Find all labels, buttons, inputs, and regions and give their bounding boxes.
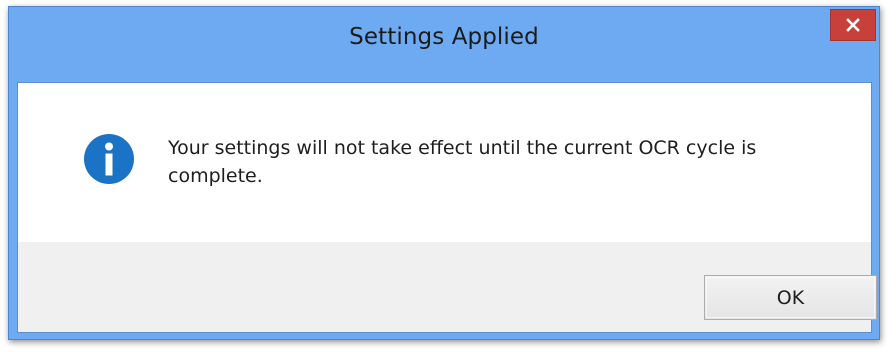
- title-bar[interactable]: Settings Applied: [9, 7, 879, 82]
- message-area: Your settings will not take effect until…: [18, 83, 871, 242]
- dialog-title: Settings Applied: [349, 24, 539, 50]
- ok-button[interactable]: OK: [704, 275, 877, 320]
- message-text: Your settings will not take effect until…: [168, 137, 757, 187]
- close-icon: [846, 18, 860, 32]
- dialog-body: Your settings will not take effect until…: [17, 82, 877, 333]
- dialog-window: Settings Applied Your settings will not …: [8, 6, 880, 340]
- close-button[interactable]: [830, 9, 876, 41]
- info-icon: [84, 134, 134, 184]
